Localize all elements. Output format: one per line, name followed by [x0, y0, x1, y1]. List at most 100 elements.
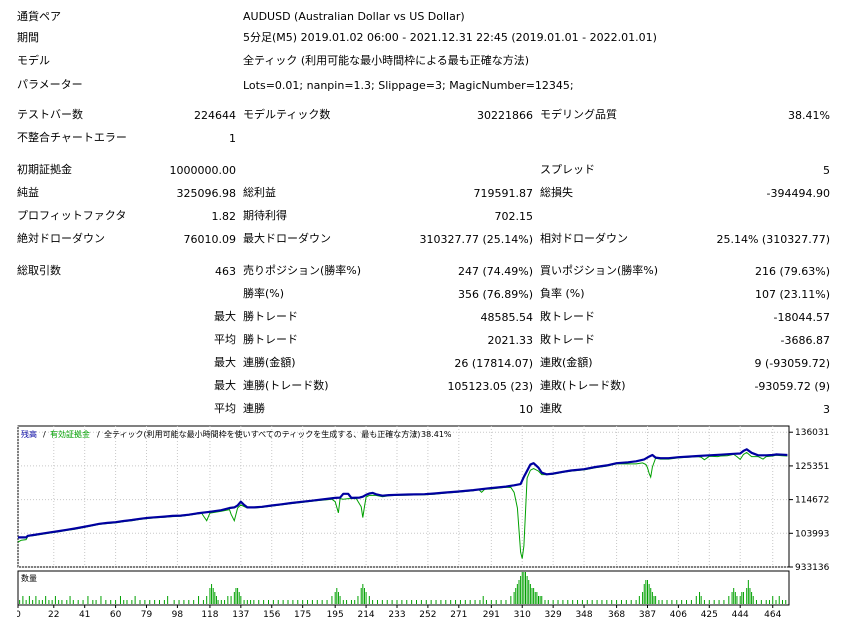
x-tick-label: 22 [48, 610, 59, 619]
x-tick-label: 444 [732, 610, 749, 619]
label-parameters: パラメーター [17, 78, 83, 91]
legend-sep-3: / [414, 430, 417, 439]
value-largest-win: 48585.54 [480, 311, 534, 324]
value-symbol: AUDUSD (Australian Dollar vs US Dollar) [243, 10, 465, 23]
y-tick-label: 1146723 [795, 496, 830, 506]
label-absolute-drawdown: 絶対ドローダウン [17, 232, 105, 245]
label-avg-cons-losses: 連敗 [540, 402, 562, 415]
label-total-trades: 総取引数 [17, 264, 61, 277]
x-tick-label: 406 [670, 610, 687, 619]
label-quality: モデリング品質 [540, 108, 617, 121]
y-tick-label: 1039930 [795, 529, 830, 539]
legend-model: 全ティック(利用可能な最小時間枠を使いすべてのティックを生成する、最も正確な方法… [104, 429, 420, 439]
label-largest-1: 最大 [214, 310, 236, 323]
label-cons-losses-count: 連敗(トレード数) [540, 379, 626, 392]
label-average-win: 勝トレード [243, 333, 298, 346]
value-ticks: 30221866 [477, 109, 533, 122]
x-tick-label: 60 [110, 610, 122, 619]
x-tick-label: 310 [514, 610, 531, 619]
value-cons-wins-count: 105123.05 (23) [447, 380, 533, 393]
label-profit-factor: プロフィットファクタ [17, 209, 127, 222]
label-relative-drawdown: 相対ドローダウン [540, 232, 628, 245]
label-short-positions: 売りポジション(勝率%) [243, 264, 362, 277]
x-tick-label: 41 [79, 610, 90, 619]
value-cons-losses-amount: 9 (-93059.72) [754, 357, 830, 370]
label-model: モデル [17, 54, 50, 67]
label-largest-win: 勝トレード [243, 310, 298, 323]
label-max-drawdown: 最大ドローダウン [243, 232, 331, 245]
legend-sep-2: / [97, 430, 100, 439]
label-net-profit: 純益 [17, 186, 39, 199]
value-period: 5分足(M5) 2019.01.02 06:00 - 2021.12.31 22… [243, 31, 657, 44]
label-period: 期間 [17, 31, 39, 44]
x-tick-label: 387 [639, 610, 656, 619]
x-tick-label: 175 [294, 610, 311, 619]
label-symbol: 通貨ペア [17, 10, 61, 23]
label-deposit: 初期証拠金 [17, 163, 72, 176]
value-net-profit: 325096.98 [176, 187, 237, 200]
label-largest-loss: 敗トレード [540, 310, 595, 323]
label-gross-profit: 総利益 [243, 186, 276, 199]
volume-label: 数量 [21, 573, 37, 583]
label-cons-wins-count: 連勝(トレード数) [243, 379, 329, 392]
value-quality: 38.41% [788, 109, 830, 122]
legend-equity: 有効証拠金 [50, 429, 90, 439]
value-average-win: 2021.33 [487, 334, 534, 347]
legend-quality: 38.41% [421, 430, 452, 439]
y-tick-label: 1360311 [795, 428, 830, 438]
value-parameters: Lots=0.01; nanpin=1.3; Slippage=3; Magic… [243, 79, 574, 92]
label-cons-wins-amount: 連勝(金額) [243, 356, 296, 369]
label-max-3: 最大 [214, 379, 236, 392]
label-profit-trades: 勝率(%) [243, 287, 285, 300]
value-expected-payoff: 702.15 [494, 210, 534, 223]
value-max-drawdown: 310327.77 (25.14%) [419, 233, 533, 246]
x-tick-label: 0 [17, 610, 21, 619]
balance-equity-chart: 1360311 1253517 1146723 1039930 933136 0 22 41… [17, 425, 830, 619]
label-gross-loss: 総損失 [540, 186, 573, 199]
label-long-positions: 買いポジション(勝率%) [540, 264, 659, 277]
value-model: 全ティック (利用可能な最小時間枠による最も正確な方法) [243, 54, 530, 67]
label-mismatch: 不整合チャートエラー [17, 131, 127, 144]
value-average-loss: -3686.87 [780, 334, 830, 347]
value-cons-losses-count: -93059.72 (9) [754, 380, 830, 393]
x-tick-label: 252 [419, 610, 436, 619]
value-avg-cons-losses: 3 [823, 403, 830, 416]
value-gross-profit: 719591.87 [473, 187, 534, 200]
value-largest-loss: -18044.57 [773, 311, 830, 324]
value-short-positions: 247 (74.49%) [457, 265, 533, 278]
value-bars: 224644 [194, 109, 236, 122]
x-tick-label: 425 [701, 610, 718, 619]
x-tick-label: 118 [201, 610, 218, 619]
x-tick-label: 214 [357, 610, 374, 619]
x-tick-label: 291 [483, 610, 500, 619]
x-tick-label: 156 [263, 610, 280, 619]
x-tick-label: 195 [327, 610, 344, 619]
x-tick-label: 98 [172, 610, 184, 619]
label-expected-payoff: 期待利得 [243, 209, 287, 222]
x-tick-label: 329 [545, 610, 562, 619]
x-tick-label: 137 [232, 610, 249, 619]
volume-plot-frame [17, 570, 790, 606]
label-max-2: 最大 [214, 356, 236, 369]
value-gross-loss: -394494.90 [766, 187, 830, 200]
value-avg-cons-wins: 10 [519, 403, 533, 416]
label-avg-cons-wins: 連勝 [243, 402, 265, 415]
label-loss-trades: 負率 (%) [540, 287, 585, 300]
value-relative-drawdown: 25.14% (310327.77) [716, 233, 830, 246]
value-mismatch: 1 [229, 132, 236, 145]
label-average-loss: 敗トレード [540, 333, 595, 346]
main-plot-frame [17, 425, 790, 568]
value-spread: 5 [823, 164, 830, 177]
label-spread: スプレッド [540, 163, 595, 176]
y-tick-label: 1253517 [795, 462, 830, 472]
value-total-trades: 463 [215, 265, 236, 278]
y-tick-label: 933136 [795, 563, 830, 573]
label-ticks: モデルティック数 [243, 108, 331, 121]
x-tick-label: 464 [764, 610, 781, 619]
x-tick-label: 233 [388, 610, 405, 619]
value-cons-wins-amount: 26 (17814.07) [454, 357, 533, 370]
value-deposit: 1000000.00 [169, 164, 236, 177]
x-tick-label: 368 [608, 610, 625, 619]
value-profit-trades: 356 (76.89%) [457, 288, 533, 301]
x-tick-label: 79 [141, 610, 153, 619]
